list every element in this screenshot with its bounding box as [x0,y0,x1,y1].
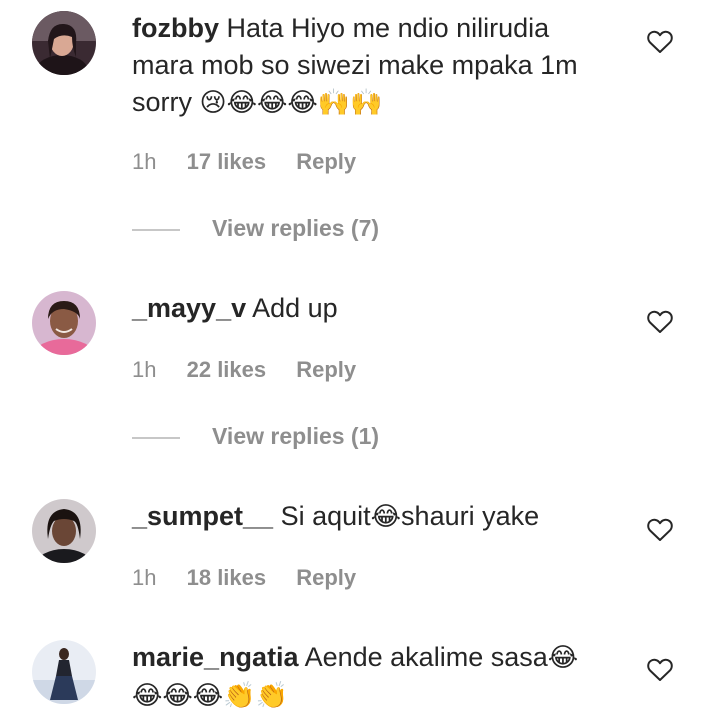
comment-body: fozbby Hata Hiyo me ndio nilirudia mara … [132,10,612,122]
reply-button[interactable]: Reply [296,565,356,590]
comment-username[interactable]: marie_ngatia [132,642,299,672]
divider-line [132,436,180,439]
comment-text: Si aquit [280,501,371,531]
view-replies-button[interactable]: View replies (1) [212,423,379,449]
view-replies-button[interactable]: View replies (7) [212,215,379,241]
comment-username[interactable]: _mayy_v [132,293,246,323]
view-replies[interactable]: View replies (1) [132,423,379,450]
heart-icon[interactable] [647,310,673,334]
comment-meta: 1h 22 likes Reply [132,357,356,383]
comment-body: _mayy_v Add up [132,290,612,327]
heart-icon[interactable] [647,658,673,682]
comment-emoji-line2: 😂😂😂👏👏 [132,681,288,711]
comment-text-after: shauri yake [401,501,540,531]
comment-emoji: 😂 [547,643,579,673]
avatar[interactable] [32,11,96,75]
comment-time: 1h [132,149,157,174]
heart-icon[interactable] [647,518,673,542]
comment-emoji: 😂 [370,502,402,532]
likes-count[interactable]: 17 likes [187,149,267,174]
reply-button[interactable]: Reply [296,149,356,174]
comment-meta: 1h 17 likes Reply [132,149,356,175]
heart-icon[interactable] [647,30,673,54]
divider-line [132,228,180,231]
comment-time: 1h [132,357,157,382]
avatar[interactable] [32,291,96,355]
comment-body: marie_ngatia Aende akalime sasa😂 😂😂😂👏👏 [132,639,612,715]
comment-time: 1h [132,565,157,590]
comment-text: Add up [252,293,338,323]
comment-body: _sumpet__ Si aquit😂shauri yake [132,498,612,536]
view-replies[interactable]: View replies (7) [132,215,379,242]
comment-username[interactable]: _sumpet__ [132,501,273,531]
likes-count[interactable]: 22 likes [187,357,267,382]
comment-username[interactable]: fozbby [132,13,219,43]
reply-button[interactable]: Reply [296,357,356,382]
likes-count[interactable]: 18 likes [187,565,267,590]
avatar[interactable] [32,640,96,704]
comment-meta: 1h 18 likes Reply [132,565,356,591]
comment-emoji: 😢😂😂😂🙌🙌 [199,88,383,118]
comment-text: Aende akalime sasa [304,642,548,672]
avatar[interactable] [32,499,96,563]
